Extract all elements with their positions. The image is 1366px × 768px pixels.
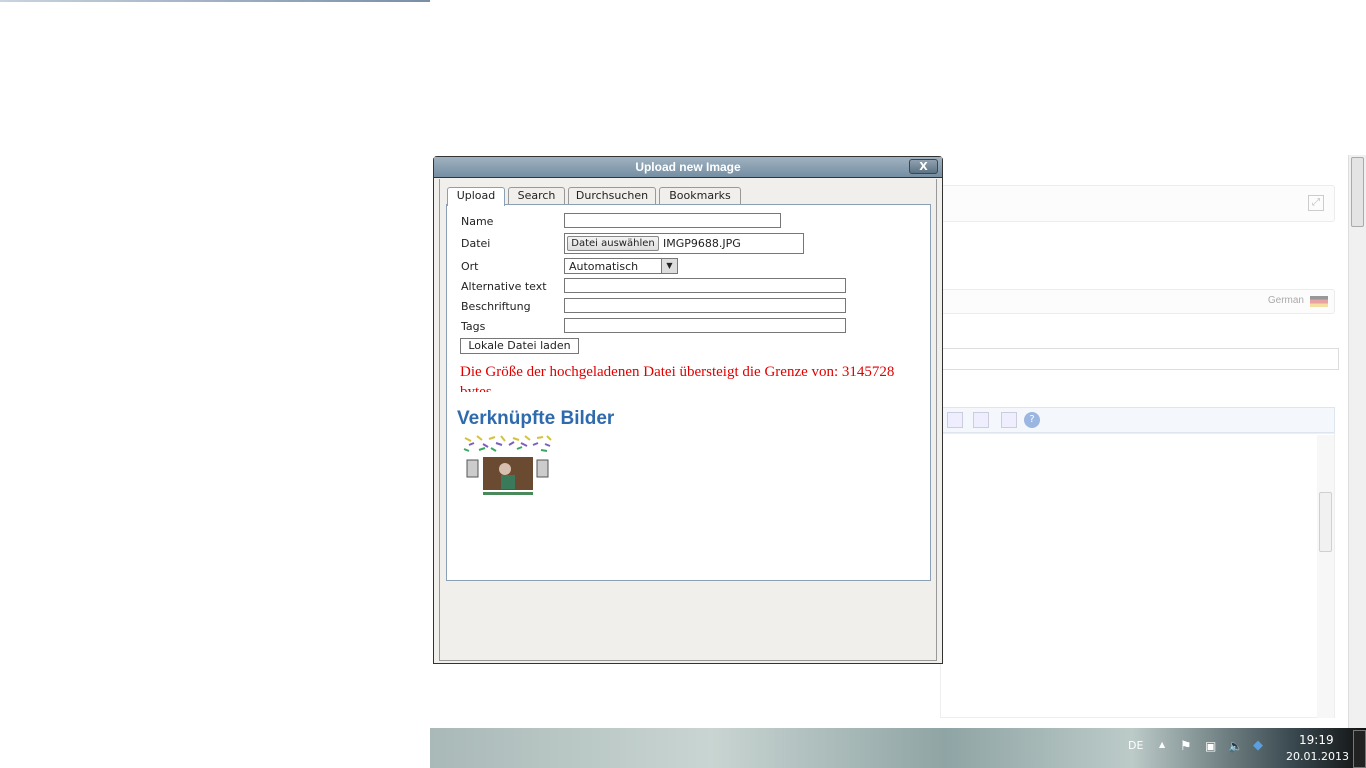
language-bar: German: [940, 289, 1335, 314]
background-panel: ⤢: [940, 185, 1335, 222]
alt-text-label: Alternative text: [461, 280, 547, 293]
language-label: German: [1267, 295, 1304, 306]
caption-input[interactable]: [564, 298, 846, 313]
load-local-file-button[interactable]: Lokale Datei laden: [460, 338, 579, 354]
thumbnail-graphic: [463, 435, 552, 495]
tags-input[interactable]: [564, 318, 846, 333]
tab-upload[interactable]: Upload: [447, 187, 505, 206]
action-center-flag-icon[interactable]: ⚑: [1180, 739, 1192, 754]
location-label: Ort: [461, 260, 479, 273]
editor-area[interactable]: [940, 433, 1335, 718]
fullscreen-icon[interactable]: ⤢: [1308, 195, 1324, 211]
dropbox-icon[interactable]: ◆: [1253, 738, 1263, 753]
network-icon[interactable]: ▣: [1205, 739, 1216, 753]
volume-icon[interactable]: 🔈: [1228, 739, 1243, 753]
top-edge: [0, 0, 430, 2]
location-select[interactable]: Automatisch ▼: [564, 258, 678, 274]
name-input[interactable]: [564, 213, 781, 228]
input-language-indicator[interactable]: DE: [1128, 739, 1143, 752]
caption-label: Beschriftung: [461, 300, 531, 313]
close-button[interactable]: X: [909, 159, 938, 174]
background-input[interactable]: [940, 348, 1339, 370]
editor-scrollbar-thumb[interactable]: [1319, 492, 1332, 552]
error-message: Die Größe der hochgeladenen Datei überst…: [460, 364, 895, 392]
editor-toolbar: ?: [940, 407, 1335, 433]
alt-text-input[interactable]: [564, 278, 846, 293]
tab-bookmarks[interactable]: Bookmarks: [659, 187, 741, 205]
show-desktop-button[interactable]: [1353, 730, 1366, 768]
tags-label: Tags: [461, 320, 486, 333]
table-cell-icon[interactable]: [973, 412, 989, 428]
upload-tab-panel: Name Datei Datei auswählen IMGP9688.JPG …: [446, 204, 931, 581]
editor-scrollbar[interactable]: [1317, 435, 1334, 718]
chevron-down-icon[interactable]: ▼: [661, 259, 677, 273]
dialog-title: Upload new Image: [635, 160, 741, 174]
show-hidden-icons[interactable]: ▲: [1159, 740, 1165, 749]
windows-taskbar: [430, 728, 1366, 768]
file-input[interactable]: Datei auswählen IMGP9688.JPG: [564, 233, 804, 254]
help-icon[interactable]: ?: [1024, 412, 1040, 428]
tab-search[interactable]: Search: [508, 187, 565, 205]
page-scrollbar-thumb[interactable]: [1351, 157, 1364, 227]
file-label: Datei: [461, 237, 491, 250]
linked-images-heading: Verknüpfte Bilder: [457, 408, 615, 429]
location-value: Automatisch: [569, 260, 639, 273]
table-icon[interactable]: [947, 412, 963, 428]
linked-image-thumbnail[interactable]: [461, 433, 554, 497]
choose-file-button[interactable]: Datei auswählen: [567, 236, 659, 251]
clock-date[interactable]: 20.01.2013: [1286, 750, 1349, 763]
list-icon[interactable]: [1001, 412, 1017, 428]
upload-image-dialog: Upload new Image X Upload Search Durchsu…: [433, 156, 943, 664]
page-scrollbar[interactable]: [1348, 155, 1366, 728]
dialog-titlebar[interactable]: Upload new Image: [434, 157, 942, 178]
tab-durchsuchen[interactable]: Durchsuchen: [568, 187, 656, 205]
german-flag-icon: [1310, 296, 1328, 307]
name-label: Name: [461, 215, 494, 228]
clock-time[interactable]: 19:19: [1299, 733, 1334, 747]
file-name: IMGP9688.JPG: [663, 237, 741, 250]
